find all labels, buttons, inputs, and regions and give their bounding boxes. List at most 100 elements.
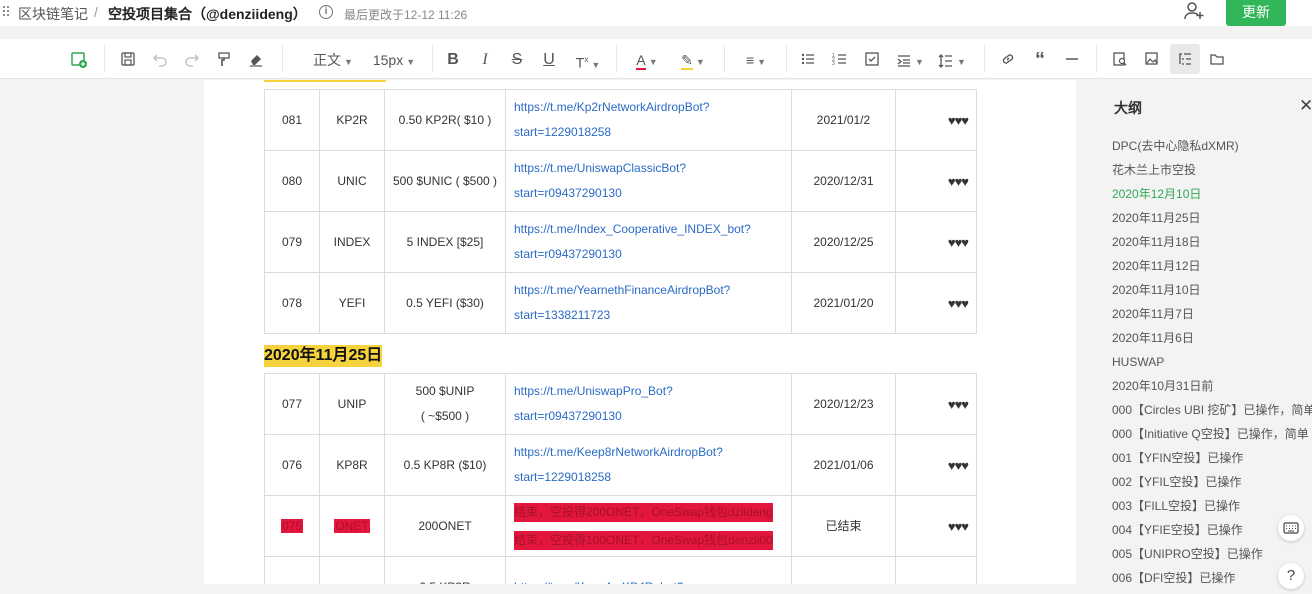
help-button[interactable]: ? bbox=[1278, 563, 1304, 589]
cell-amount: 500 $UNIP( ~$500 ) bbox=[384, 373, 506, 435]
outline-title: 大纲 bbox=[1114, 100, 1142, 116]
bullet-list-icon[interactable] bbox=[798, 49, 818, 71]
cell-token: INDEX bbox=[319, 211, 385, 273]
cell-token: UNIP bbox=[319, 373, 385, 435]
divider-icon[interactable] bbox=[1062, 49, 1082, 71]
undo-icon[interactable] bbox=[150, 49, 170, 71]
document-editor[interactable]: 081 KP2R 0.50 KP2R( $10 ) https://t.me/Kp2r… bbox=[204, 80, 1076, 584]
cell-number: 076 bbox=[264, 434, 320, 496]
cell-rating bbox=[895, 556, 977, 584]
cell-date: 已结束 bbox=[791, 495, 896, 557]
editor-toolbar: 正文 ▼ 15px ▼ B I S U Tx▼ A ▼ ✎ ▼ ≡ ▼ 123 ▼ ▼ “ bbox=[0, 39, 1312, 79]
outline-item[interactable]: 2020年10月31日前 bbox=[1112, 378, 1312, 402]
font-size-select[interactable]: 15px ▼ bbox=[370, 49, 418, 71]
outline-item[interactable]: 002【YFIL空投】已操作 bbox=[1112, 474, 1312, 498]
align-icon[interactable]: ≡ ▼ bbox=[740, 49, 772, 71]
outline-item[interactable]: 001【YFIN空投】已操作 bbox=[1112, 450, 1312, 474]
cell-link[interactable]: https://t.me/UniswapClassicBot? start=r09… bbox=[505, 150, 792, 212]
add-user-icon[interactable] bbox=[1183, 0, 1205, 22]
cell-token: KP2R bbox=[319, 89, 385, 151]
cell-amount: 0.50 KP2R( $10 ) bbox=[384, 89, 506, 151]
svg-text:3: 3 bbox=[832, 61, 835, 67]
cell-link[interactable]: https://t.me/YearnethFinanceAirdropBot? s… bbox=[505, 272, 792, 334]
cell-token: ONET bbox=[319, 495, 385, 557]
cell-date: 2021/01/06 bbox=[791, 434, 896, 496]
table-row: 077 UNIP 500 $UNIP( ~$500 ) https://t.me/Un… bbox=[264, 373, 977, 435]
airdrop-table-1: 081 KP2R 0.50 KP2R( $10 ) https://t.me/Kp2r… bbox=[264, 89, 977, 334]
page-title[interactable]: 空投项目集合（@denziideng） bbox=[108, 4, 307, 24]
table-row: 0.5 KP3Rhttps://t.me/Keep4r_KP4R_bot? bbox=[264, 556, 977, 584]
outline-item[interactable]: DPC(去中心隐私dXMR) bbox=[1112, 138, 1312, 162]
cell-amount: 500 $UNIC ( $500 ) bbox=[384, 150, 506, 212]
format-painter-icon[interactable] bbox=[214, 49, 234, 71]
paragraph-style-select[interactable]: 正文 ▼ bbox=[308, 49, 358, 71]
folder-icon[interactable] bbox=[1207, 49, 1227, 71]
line-spacing-icon[interactable]: ▼ bbox=[936, 49, 968, 71]
outline-item[interactable]: 2020年11月25日 bbox=[1112, 210, 1312, 234]
insert-image-icon[interactable] bbox=[1142, 49, 1162, 71]
outline-item[interactable]: HUSWAP bbox=[1112, 354, 1312, 378]
table-row: 079 INDEX 5 INDEX [$25] https://t.me/Index_… bbox=[264, 211, 977, 273]
cell-number: 079 bbox=[264, 211, 320, 273]
outline-item[interactable]: 2020年11月6日 bbox=[1112, 330, 1312, 354]
cell-number: 075 bbox=[264, 495, 320, 557]
section-heading: 2020年11月25日 bbox=[264, 345, 383, 367]
previous-heading-highlight bbox=[264, 80, 386, 82]
outline-toggle-icon[interactable] bbox=[1170, 44, 1200, 74]
cell-rating: ♥♥♥ bbox=[895, 434, 977, 496]
indent-icon[interactable]: ▼ bbox=[894, 49, 926, 71]
outline-item[interactable]: 2020年12月10日 bbox=[1112, 186, 1312, 210]
close-icon[interactable]: ✕ bbox=[1299, 96, 1312, 116]
cell-token: KP8R bbox=[319, 434, 385, 496]
highlight-color-icon[interactable]: ✎ ▼ bbox=[676, 49, 710, 71]
cell-link[interactable]: https://t.me/Kp2rNetworkAirdropBot? start… bbox=[505, 89, 792, 151]
cell-number: 080 bbox=[264, 150, 320, 212]
cell-link[interactable]: https://t.me/Keep8rNetworkAirdropBot? sta… bbox=[505, 434, 792, 496]
table-row: 078 YEFI 0.5 YEFI ($30) https://t.me/Yearne… bbox=[264, 272, 977, 334]
outline-item[interactable]: 花木兰上市空投 bbox=[1112, 162, 1312, 186]
strikethrough-icon[interactable]: S bbox=[507, 49, 527, 71]
outline-item[interactable]: 2020年11月18日 bbox=[1112, 234, 1312, 258]
cell-date bbox=[791, 556, 896, 584]
outline-item[interactable]: 000【Initiative Q空投】已操作，简单 bbox=[1112, 426, 1312, 450]
bold-icon[interactable]: B bbox=[443, 49, 463, 71]
outline-item[interactable]: 2020年11月12日 bbox=[1112, 258, 1312, 282]
underline-icon[interactable]: U bbox=[539, 49, 559, 71]
keyboard-icon[interactable] bbox=[1278, 515, 1304, 541]
info-icon[interactable]: i bbox=[319, 5, 333, 19]
clear-format-icon[interactable] bbox=[246, 49, 266, 71]
link-icon[interactable] bbox=[998, 49, 1018, 71]
save-icon[interactable] bbox=[118, 49, 138, 71]
cell-rating: ♥♥♥ bbox=[895, 272, 977, 334]
redo-icon[interactable] bbox=[182, 49, 202, 71]
airdrop-table-2: 077 UNIP 500 $UNIP( ~$500 ) https://t.me/Un… bbox=[264, 373, 977, 584]
superscript-icon[interactable]: Tx▼ bbox=[572, 49, 604, 71]
cell-token: UNIC bbox=[319, 150, 385, 212]
quote-icon[interactable]: “ bbox=[1030, 49, 1050, 71]
cell-rating: ♥♥♥ bbox=[895, 150, 977, 212]
cell-link[interactable]: https://t.me/Index_Cooperative_INDEX_bot… bbox=[505, 211, 792, 273]
update-button[interactable]: 更新 bbox=[1226, 0, 1286, 26]
new-doc-icon[interactable] bbox=[68, 49, 90, 71]
cell-link[interactable]: 结束，空投得200ONET，OneSwap钱包dziideng结束，空投得100… bbox=[505, 495, 792, 557]
table-row: 081 KP2R 0.50 KP2R( $10 ) https://t.me/Kp2r… bbox=[264, 89, 977, 151]
outline-item[interactable]: 000【Circles UBI 挖矿】已操作，简单 bbox=[1112, 402, 1312, 426]
cell-link[interactable]: https://t.me/UniswapPro_Bot? start=r09437… bbox=[505, 373, 792, 435]
cell-amount: 0.5 YEFI ($30) bbox=[384, 272, 506, 334]
checklist-icon[interactable] bbox=[862, 49, 882, 71]
drag-grip-icon[interactable] bbox=[3, 6, 11, 18]
cell-date: 2020/12/31 bbox=[791, 150, 896, 212]
table-row: 080 UNIC 500 $UNIC ( $500 ) https://t.me/Un… bbox=[264, 150, 977, 212]
outline-item[interactable]: 2020年11月10日 bbox=[1112, 282, 1312, 306]
italic-icon[interactable]: I bbox=[475, 49, 495, 71]
outline-panel: 大纲 ✕ DPC(去中心隐私dXMR) 花木兰上市空投 2020年12月10日 202… bbox=[1077, 80, 1312, 585]
cell-date: 2021/01/20 bbox=[791, 272, 896, 334]
table-row: 076 KP8R 0.5 KP8R ($10) https://t.me/Keep8r… bbox=[264, 434, 977, 496]
outline-item[interactable]: 2020年11月7日 bbox=[1112, 306, 1312, 330]
cell-link[interactable]: https://t.me/Keep4r_KP4R_bot? bbox=[505, 556, 792, 584]
find-doc-icon[interactable] bbox=[1110, 49, 1130, 71]
numbered-list-icon[interactable]: 123 bbox=[830, 49, 850, 71]
font-color-icon[interactable]: A ▼ bbox=[630, 49, 664, 71]
top-bar: 区块链笔记 / 空投项目集合（@denziideng） i 最后更改于12-12… bbox=[0, 0, 1312, 26]
breadcrumb-parent[interactable]: 区块链笔记 bbox=[18, 4, 88, 24]
